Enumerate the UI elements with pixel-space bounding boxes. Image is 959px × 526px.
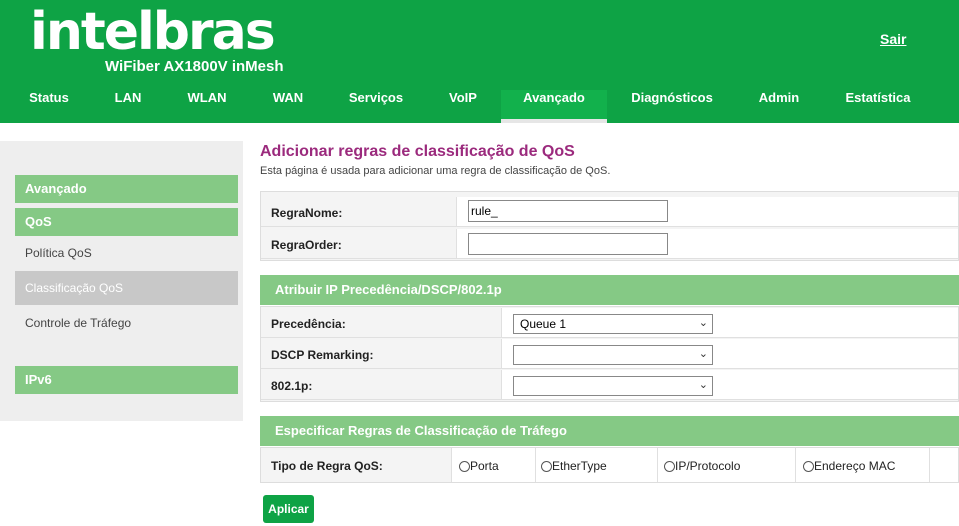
nav-wlan[interactable]: WLAN	[180, 90, 234, 123]
rule-order-input[interactable]	[468, 233, 668, 255]
sidebar-section-ipv6[interactable]: IPv6	[15, 366, 238, 394]
classification-section-title: Especificar Regras de Classificação de T…	[260, 416, 959, 446]
rule-name-row: RegraNome:	[261, 197, 958, 227]
dscp-label: DSCP Remarking:	[271, 348, 374, 362]
nav-status[interactable]: Status	[18, 90, 80, 123]
p8021-label: 802.1p:	[271, 379, 313, 393]
brand-logo: intelbras	[30, 2, 276, 62]
rule-form: RegraNome: RegraOrder:	[260, 191, 959, 261]
radio-circle-icon[interactable]	[664, 460, 675, 472]
dscp-row: DSCP Remarking: ⌄	[261, 339, 958, 369]
apply-button[interactable]: Aplicar	[263, 495, 314, 523]
precedence-form: Precedência: Queue 1 ⌄ DSCP Remarking: ⌄…	[260, 306, 959, 402]
classification-form: Tipo de Regra QoS: Porta EtherType IP/Pr…	[260, 447, 959, 483]
sidebar-item-politica-qos[interactable]: Política QoS	[15, 236, 238, 270]
chevron-down-icon: ⌄	[698, 379, 708, 391]
nav-voip[interactable]: VoIP	[440, 90, 486, 123]
sidebar-item-classificacao-qos[interactable]: Classificação QoS	[15, 271, 238, 305]
rule-name-input[interactable]	[468, 200, 668, 222]
sidebar-section-qos[interactable]: QoS	[15, 208, 238, 236]
page-title: Adicionar regras de classificação de QoS	[260, 143, 575, 160]
nav-avancado[interactable]: Avançado	[501, 90, 607, 123]
precedence-select[interactable]: Queue 1 ⌄	[513, 314, 713, 334]
top-header: intelbras WiFiber AX1800V inMesh Sair St…	[0, 0, 959, 123]
precedence-label: Precedência:	[271, 317, 346, 331]
radio-porta[interactable]: Porta	[459, 459, 499, 473]
radio-circle-icon[interactable]	[459, 460, 470, 472]
logout-link[interactable]: Sair	[880, 31, 906, 47]
sidebar-section-advanced: Avançado	[15, 175, 238, 203]
sidebar: Avançado QoS Política QoS Classificação …	[0, 141, 243, 421]
radio-ip-protocolo[interactable]: IP/Protocolo	[664, 459, 740, 473]
precedence-section-title: Atribuir IP Precedência/DSCP/802.1p	[260, 275, 959, 305]
rule-order-row: RegraOrder:	[261, 229, 958, 259]
radio-endereco-mac[interactable]: Endereço MAC	[803, 459, 895, 473]
precedence-row: Precedência: Queue 1 ⌄	[261, 308, 958, 338]
nav-admin[interactable]: Admin	[748, 90, 810, 123]
chevron-down-icon: ⌄	[698, 348, 708, 360]
device-model: WiFiber AX1800V inMesh	[105, 58, 284, 75]
radio-ethertype[interactable]: EtherType	[541, 459, 607, 473]
p8021-row: 802.1p: ⌄	[261, 370, 958, 400]
nav-wan[interactable]: WAN	[262, 90, 314, 123]
chevron-down-icon: ⌄	[698, 317, 708, 329]
rule-type-label: Tipo de Regra QoS:	[271, 459, 383, 473]
nav-servicos[interactable]: Serviços	[340, 90, 412, 123]
nav-estatistica[interactable]: Estatística	[838, 90, 918, 123]
dscp-select[interactable]: ⌄	[513, 345, 713, 365]
rule-name-label: RegraNome:	[271, 206, 343, 220]
rule-order-label: RegraOrder:	[271, 238, 342, 252]
radio-circle-icon[interactable]	[541, 460, 552, 472]
nav-diagnosticos[interactable]: Diagnósticos	[626, 90, 718, 123]
nav-lan[interactable]: LAN	[104, 90, 152, 123]
radio-circle-icon[interactable]	[803, 460, 814, 472]
sidebar-item-controle-trafego[interactable]: Controle de Tráfego	[15, 306, 238, 340]
p8021-select[interactable]: ⌄	[513, 376, 713, 396]
page-subtitle: Esta página é usada para adicionar uma r…	[260, 165, 611, 177]
